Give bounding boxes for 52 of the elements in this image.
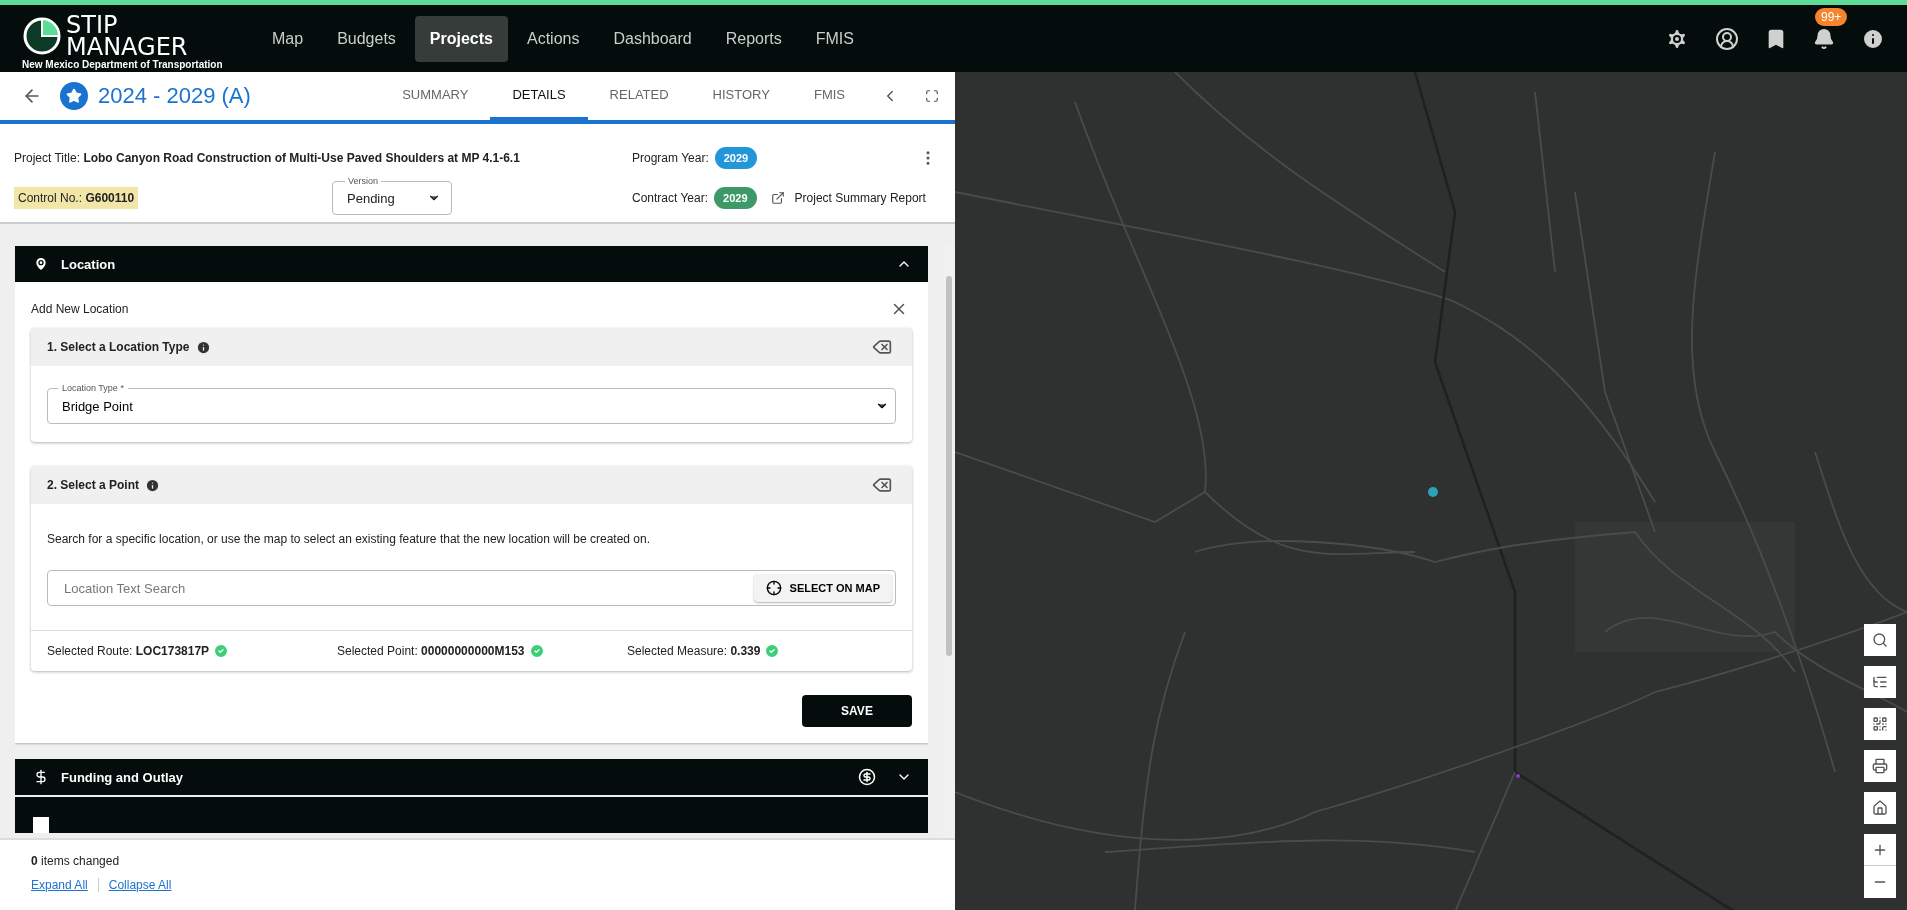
hint-text: Search for a specific location, or use the map to select an existing feature that the new location will be created on. — [47, 532, 651, 546]
logo-icon — [22, 15, 62, 56]
step-title: 2. Select a Point — [47, 478, 140, 492]
search-field[interactable]: Location Text Search SELECT ON MAP — [47, 570, 896, 606]
form-title: Add New Location — [31, 302, 129, 316]
section-title: Funding and Outlay — [61, 769, 184, 785]
project-title: 2024 - 2029 (A) — [98, 83, 251, 109]
nav-link[interactable]: Dashboard — [598, 15, 707, 62]
select-on-map-button[interactable]: SELECT ON MAP — [753, 574, 892, 602]
year-pill: 2029 — [714, 187, 757, 209]
qr-icon[interactable] — [1864, 708, 1896, 740]
tab[interactable]: FMIS — [791, 72, 867, 120]
nav-link[interactable]: FMIS — [800, 15, 869, 62]
field-label: Contract Year: — [632, 191, 709, 205]
square-icon — [33, 817, 49, 833]
year-pill: 2029 — [714, 147, 758, 169]
notification-badge: 99+ — [1815, 7, 1848, 26]
nav-link[interactable]: Projects — [414, 15, 508, 62]
logo-subtitle: New Mexico Department of Transportation — [22, 58, 224, 70]
tab[interactable]: RELATED — [587, 72, 691, 120]
result-text: Selected Measure: 0.339 — [627, 644, 761, 658]
control-number: Control No.: G600110 — [14, 187, 139, 209]
dollar-icon — [33, 769, 49, 785]
crosshair-icon — [765, 580, 782, 596]
changes-count: 0 items changed — [31, 854, 121, 868]
nav-link[interactable]: Budgets — [322, 15, 411, 62]
result-text: Selected Route: LOC173817P — [47, 644, 210, 658]
info-icon[interactable] — [195, 339, 211, 355]
result-text: Selected Point: 00000000000M153 — [337, 644, 525, 658]
tab[interactable]: DETAILS — [490, 72, 588, 120]
logo-title: MANAGER — [66, 35, 188, 58]
collapse-all-link[interactable]: Collapse All — [108, 878, 172, 892]
home-icon[interactable] — [1864, 792, 1896, 824]
info-icon[interactable] — [145, 477, 161, 493]
section-title: Location — [61, 256, 116, 272]
logo-title: STIP — [66, 13, 118, 36]
expand-all-link[interactable]: Expand All — [31, 878, 88, 892]
search-icon[interactable] — [1864, 624, 1896, 656]
zoom-in-icon[interactable] — [1864, 834, 1896, 866]
project-title-text: Project Title: Lobo Canyon Road Construction of Multi-Use Paved Shoulders at MP 4.1-6.1 — [14, 151, 520, 165]
nav-link[interactable]: Actions — [512, 15, 595, 62]
nav-link[interactable]: Map — [257, 15, 319, 62]
tab[interactable]: SUMMARY — [380, 72, 491, 120]
tab[interactable]: HISTORY — [690, 72, 792, 120]
report-link[interactable]: Project Summary Report — [794, 191, 926, 205]
field-label: Program Year: — [632, 151, 709, 165]
nav-link[interactable]: Reports — [710, 15, 797, 62]
step-title: 1. Select a Location Type — [47, 340, 190, 354]
pin-icon — [33, 256, 49, 272]
save-button[interactable]: SAVE — [802, 695, 912, 727]
printer-icon[interactable] — [1864, 750, 1896, 782]
list-icon[interactable] — [1864, 666, 1896, 698]
